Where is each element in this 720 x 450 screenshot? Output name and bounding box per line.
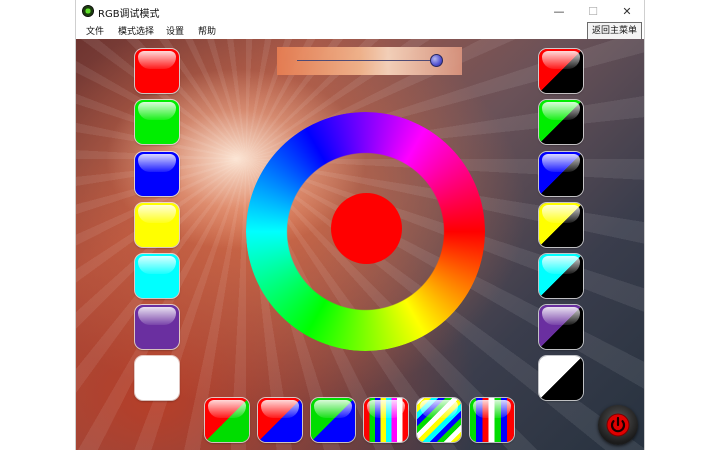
color-button-purple[interactable]: [135, 305, 179, 349]
color-button-blue[interactable]: [135, 152, 179, 196]
color-button-red[interactable]: [135, 49, 179, 93]
back-to-main-menu-button[interactable]: 返回主菜单: [586, 22, 642, 40]
pattern-button-diagonal-stripes[interactable]: [417, 398, 461, 442]
split-button-white[interactable]: [539, 356, 583, 400]
split-button-purple[interactable]: [539, 305, 583, 349]
brightness-slider-thumb[interactable]: [430, 54, 444, 67]
title-bar: RGB调试模式 — ☐ ✕: [76, 0, 644, 22]
split-button-cyan[interactable]: [539, 254, 583, 298]
color-button-yellow[interactable]: [135, 203, 179, 247]
menu-file[interactable]: 文件: [86, 24, 104, 37]
menu-bar: 文件 模式选择 设置 帮助: [76, 22, 644, 40]
power-icon: [606, 413, 630, 437]
split-button-yellow[interactable]: [539, 203, 583, 247]
split-button-blue[interactable]: [539, 152, 583, 196]
color-wheel[interactable]: [246, 112, 485, 351]
pattern-button-red-blue[interactable]: [258, 398, 302, 442]
menu-help[interactable]: 帮助: [198, 24, 216, 37]
app-window: RGB调试模式 — ☐ ✕ 文件 模式选择 设置 帮助 返回主菜单: [76, 0, 644, 450]
color-button-cyan[interactable]: [135, 254, 179, 298]
pattern-button-red-green[interactable]: [205, 398, 249, 442]
brightness-slider-panel: [277, 47, 462, 75]
close-button[interactable]: ✕: [610, 0, 644, 22]
menu-settings[interactable]: 设置: [166, 24, 184, 37]
color-button-white[interactable]: [135, 356, 179, 400]
menu-mode-select[interactable]: 模式选择: [118, 24, 154, 37]
control-canvas: [76, 39, 644, 450]
pattern-button-vertical-stripes[interactable]: [364, 398, 408, 442]
window-title: RGB调试模式: [98, 9, 160, 20]
pattern-button-green-blue[interactable]: [311, 398, 355, 442]
color-button-green[interactable]: [135, 100, 179, 144]
brightness-slider-track[interactable]: [297, 60, 442, 61]
power-button[interactable]: [598, 405, 638, 445]
rgb-app-icon: [82, 5, 94, 17]
pattern-button-vertical-stripes-2[interactable]: [470, 398, 514, 442]
split-button-green[interactable]: [539, 100, 583, 144]
selected-color-indicator: [331, 193, 402, 264]
maximize-button[interactable]: ☐: [576, 0, 610, 22]
split-button-red[interactable]: [539, 49, 583, 93]
minimize-button[interactable]: —: [542, 0, 576, 22]
